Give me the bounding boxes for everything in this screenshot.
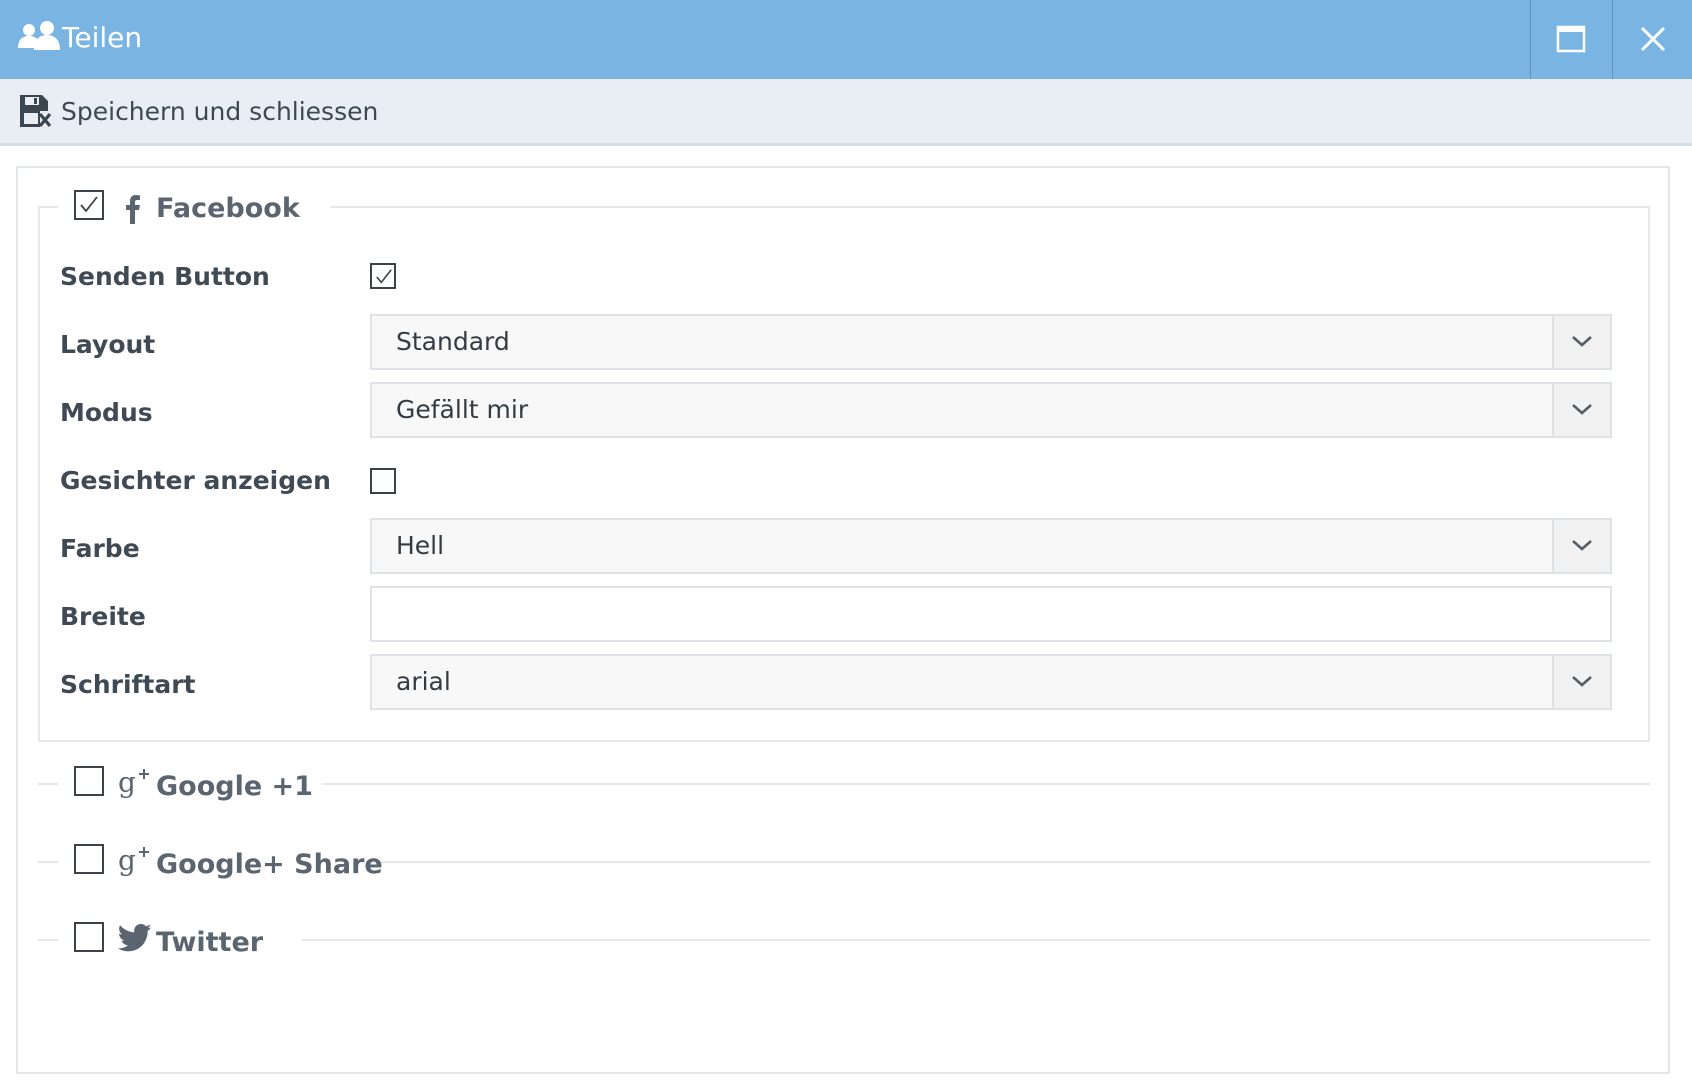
toolbar: Speichern und schliessen — [0, 79, 1692, 146]
checkmark-icon — [376, 269, 392, 284]
google-plus-icon: g — [118, 844, 149, 877]
window-titlebar: Teilen — [0, 0, 1692, 79]
google-plus-one-label: Google +1 — [156, 771, 313, 802]
mode-label: Modus — [60, 398, 153, 427]
mode-select[interactable]: Gefällt mir — [370, 382, 1612, 438]
show-faces-checkbox[interactable] — [370, 468, 396, 494]
facebook-legend-label: Facebook — [156, 193, 300, 224]
chevron-down-icon — [1572, 676, 1592, 687]
facebook-icon — [126, 195, 140, 224]
mode-select-toggle[interactable] — [1552, 384, 1610, 436]
svg-text:g: g — [118, 844, 136, 877]
font-label: Schriftart — [60, 670, 196, 699]
users-icon — [18, 21, 60, 50]
google-plus-one-legend: g Google +1 — [58, 760, 322, 810]
send-button-checkbox[interactable] — [370, 263, 396, 289]
google-plus-one-checkbox[interactable] — [74, 766, 104, 796]
width-input[interactable] — [370, 586, 1612, 642]
mode-select-value: Gefällt mir — [396, 395, 529, 424]
chevron-down-icon — [1572, 336, 1592, 347]
color-select-value: Hell — [396, 531, 445, 560]
font-select[interactable]: arial — [370, 654, 1612, 710]
google-plus-icon: g — [118, 766, 149, 799]
close-button[interactable] — [1613, 0, 1692, 79]
layout-label: Layout — [60, 330, 156, 359]
font-select-value: arial — [396, 667, 451, 696]
send-button-label: Senden Button — [60, 262, 270, 291]
close-icon — [1640, 26, 1666, 52]
color-select[interactable]: Hell — [370, 518, 1612, 574]
google-plus-share-checkbox[interactable] — [74, 844, 104, 874]
facebook-checkbox[interactable] — [74, 190, 104, 220]
chevron-down-icon — [1572, 404, 1592, 415]
maximize-icon — [1556, 25, 1586, 53]
show-faces-label: Gesichter anzeigen — [60, 466, 331, 495]
twitter-checkbox[interactable] — [74, 922, 104, 952]
save-and-close-button[interactable]: Speichern und schliessen — [61, 97, 378, 127]
twitter-label: Twitter — [156, 927, 264, 958]
font-select-toggle[interactable] — [1552, 656, 1610, 708]
svg-text:g: g — [118, 766, 136, 799]
twitter-icon — [118, 923, 152, 952]
save-close-icon[interactable] — [18, 93, 52, 129]
color-label: Farbe — [60, 534, 140, 563]
twitter-legend: Twitter — [58, 916, 302, 966]
layout-select[interactable]: Standard — [370, 314, 1612, 370]
layout-select-value: Standard — [396, 327, 510, 356]
width-label: Breite — [60, 602, 146, 631]
layout-select-toggle[interactable] — [1552, 316, 1610, 368]
chevron-down-icon — [1572, 540, 1592, 551]
color-select-toggle[interactable] — [1552, 520, 1610, 572]
facebook-legend: Facebook — [58, 184, 330, 234]
window-title: Teilen — [62, 21, 143, 54]
google-plus-share-label: Google+ Share — [156, 849, 383, 880]
maximize-button[interactable] — [1531, 0, 1611, 79]
checkmark-icon — [80, 196, 98, 213]
google-plus-share-legend: g Google+ Share — [58, 838, 383, 888]
